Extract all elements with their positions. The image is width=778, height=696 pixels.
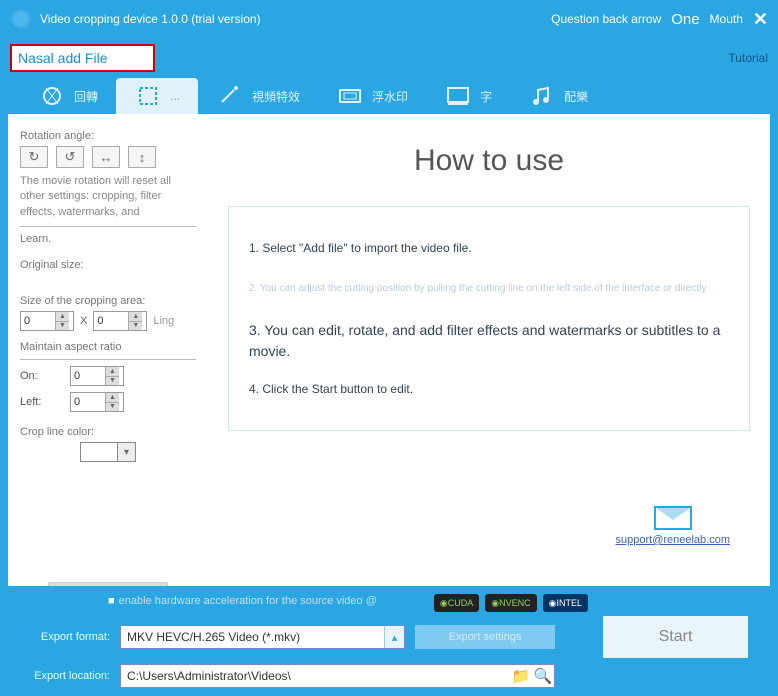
one-label[interactable]: One bbox=[671, 11, 699, 28]
search-icon[interactable]: 🔍 bbox=[532, 667, 554, 685]
subtitle-icon bbox=[444, 84, 472, 108]
learn-label: Learn. bbox=[20, 233, 196, 245]
down-icon[interactable]: ▼ bbox=[105, 403, 119, 412]
mouth-label[interactable]: Mouth bbox=[710, 12, 743, 26]
add-file-button[interactable]: Nasal add File bbox=[10, 44, 155, 72]
step-3: 3. You can edit, rotate, and add filter … bbox=[249, 320, 729, 362]
export-format-label: Export format: bbox=[30, 631, 110, 643]
step-4: 4. Click the Start button to edit. bbox=[249, 380, 729, 398]
tab-label: 回轉 bbox=[74, 88, 98, 105]
rotation-note: The movie rotation will reset all other … bbox=[20, 174, 196, 220]
rotate-icon bbox=[38, 84, 66, 108]
app-title: Video cropping device 1.0.0 (trial versi… bbox=[40, 12, 261, 26]
up-icon[interactable]: ▲ bbox=[105, 393, 119, 403]
crop-size-label: Size of the cropping area: bbox=[20, 295, 196, 307]
export-location-input[interactable] bbox=[121, 667, 510, 685]
tab-music[interactable]: 配樂 bbox=[510, 78, 606, 114]
crop-height-stepper[interactable]: ▲▼ bbox=[93, 311, 147, 331]
on-input[interactable] bbox=[71, 367, 105, 385]
rotation-angle-label: Rotation angle: bbox=[20, 130, 196, 142]
down-icon[interactable]: ▼ bbox=[105, 377, 119, 386]
support-block: support@reneelab.com bbox=[615, 506, 730, 546]
sidebar: Rotation angle: ↻ ↺ ↔ ↕ The movie rotati… bbox=[8, 114, 208, 586]
export-format-combo[interactable]: ▴ bbox=[120, 625, 405, 649]
chevron-up-icon[interactable]: ▴ bbox=[384, 626, 404, 648]
tab-rotate[interactable]: 回轉 bbox=[20, 78, 116, 114]
up-icon[interactable]: ▲ bbox=[128, 312, 142, 322]
tab-subtitle[interactable]: 字 bbox=[426, 78, 510, 114]
tab-label: ... bbox=[170, 89, 180, 103]
export-location-label: Export location: bbox=[30, 670, 110, 682]
step-2: 2. You can adjust the cutting position b… bbox=[249, 281, 729, 296]
flip-v-button[interactable]: ↕ bbox=[128, 146, 156, 168]
mail-icon bbox=[654, 506, 692, 530]
original-size-label: Original size: bbox=[20, 259, 196, 271]
crop-height-input[interactable] bbox=[94, 312, 128, 330]
on-stepper[interactable]: ▲▼ bbox=[70, 366, 124, 386]
intel-badge: ◉ INTEL bbox=[543, 594, 588, 612]
tab-label: 視頻特效 bbox=[252, 88, 300, 105]
down-icon[interactable]: ▼ bbox=[55, 322, 69, 331]
howto-title: How to use bbox=[228, 144, 750, 178]
topbar: Nasal add File Tutorial bbox=[0, 38, 778, 78]
app-logo bbox=[10, 8, 32, 30]
export-location-field[interactable]: 📁 🔍 bbox=[120, 664, 555, 688]
crop-width-stepper[interactable]: ▲▼ bbox=[20, 311, 74, 331]
add-file-label: Nasal add File bbox=[18, 50, 108, 66]
wand-icon bbox=[216, 84, 244, 108]
left-label: Left: bbox=[20, 396, 60, 408]
tab-effects[interactable]: 視頻特效 bbox=[198, 78, 318, 114]
divider bbox=[20, 226, 196, 227]
cuda-badge: ◉ CUDA bbox=[434, 594, 479, 612]
color-dropdown[interactable]: ▾ bbox=[118, 442, 136, 462]
up-icon[interactable]: ▲ bbox=[55, 312, 69, 322]
crop-width-input[interactable] bbox=[21, 312, 55, 330]
hw-label: enable hardware acceleration for the sou… bbox=[119, 595, 377, 607]
step-1: 1. Select "Add file" to import the video… bbox=[249, 239, 729, 257]
export-settings-label: Export settings bbox=[449, 631, 522, 643]
tab-label: 浮水印 bbox=[372, 88, 408, 105]
hw-checkbox[interactable]: ■ bbox=[108, 595, 115, 607]
steps-box: 1. Select "Add file" to import the video… bbox=[228, 206, 750, 431]
up-icon[interactable]: ▲ bbox=[105, 367, 119, 377]
rotate-cw-button[interactable]: ↻ bbox=[20, 146, 48, 168]
on-label: On: bbox=[20, 370, 60, 382]
folder-icon[interactable]: 📁 bbox=[510, 667, 532, 685]
aspect-ratio-label[interactable]: Maintain aspect ratio bbox=[20, 341, 196, 353]
export-format-input[interactable] bbox=[121, 628, 384, 646]
support-link[interactable]: support@reneelab.com bbox=[615, 534, 730, 546]
tab-bar: 回轉 ... 視頻特效 浮水印 字 配樂 bbox=[0, 78, 778, 114]
tab-label: 配樂 bbox=[564, 88, 588, 105]
ling-label: Ling bbox=[153, 315, 174, 327]
color-swatch[interactable] bbox=[80, 442, 118, 462]
tab-crop[interactable]: ... bbox=[116, 78, 198, 114]
music-icon bbox=[528, 84, 556, 108]
bottom-panel: ■ enable hardware acceleration for the s… bbox=[0, 586, 778, 696]
rotate-ccw-button[interactable]: ↺ bbox=[56, 146, 84, 168]
export-settings-button[interactable]: Export settings bbox=[415, 625, 555, 649]
x-label: X bbox=[80, 315, 87, 327]
content-area: How to use 1. Select "Add file" to impor… bbox=[208, 114, 770, 586]
preview-button[interactable]: Pre... bbox=[48, 582, 168, 586]
left-input[interactable] bbox=[71, 393, 105, 411]
tab-label: 字 bbox=[480, 88, 492, 105]
tab-watermark[interactable]: 浮水印 bbox=[318, 78, 426, 114]
titlebar: Video cropping device 1.0.0 (trial versi… bbox=[0, 0, 778, 38]
divider bbox=[20, 359, 196, 360]
close-icon[interactable]: ✕ bbox=[753, 9, 768, 30]
main-panel: Rotation angle: ↻ ↺ ↔ ↕ The movie rotati… bbox=[8, 114, 770, 586]
flip-h-button[interactable]: ↔ bbox=[92, 146, 120, 168]
nvenc-badge: ◉ NVENC bbox=[485, 594, 536, 612]
left-stepper[interactable]: ▲▼ bbox=[70, 392, 124, 412]
watermark-icon bbox=[336, 84, 364, 108]
start-button[interactable]: Start bbox=[603, 616, 748, 658]
down-icon[interactable]: ▼ bbox=[128, 322, 142, 331]
crop-line-color-label: Crop line color: bbox=[20, 426, 196, 438]
crop-icon bbox=[134, 84, 162, 108]
start-label: Start bbox=[659, 628, 693, 646]
tutorial-link[interactable]: Tutorial bbox=[728, 51, 768, 65]
help-link[interactable]: Question back arrow bbox=[551, 12, 661, 26]
